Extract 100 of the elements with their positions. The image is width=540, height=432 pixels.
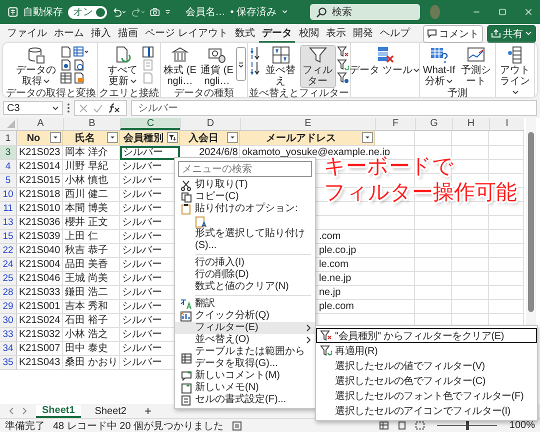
ribbon-tab[interactable]: 開発: [350, 24, 376, 42]
ribbon-tab[interactable]: ヘルプ: [376, 24, 413, 42]
row-number[interactable]: 10: [0, 188, 17, 202]
row-number[interactable]: 28: [0, 286, 17, 300]
sort-descending-icon[interactable]: [250, 61, 262, 75]
row-number[interactable]: 33: [0, 328, 17, 342]
panel-icon[interactable]: [142, 46, 154, 58]
checkmark-icon[interactable]: [93, 104, 103, 112]
undo-icon[interactable]: [112, 6, 126, 18]
chevron-down-icon[interactable]: [282, 9, 288, 15]
ribbon-tab[interactable]: 表示: [322, 24, 349, 42]
row-number[interactable]: 25: [0, 272, 17, 286]
search-field[interactable]: 検索: [310, 4, 420, 20]
next-sheet-icon[interactable]: [22, 407, 28, 415]
menu-item[interactable]: クイック分析(Q): [175, 310, 315, 322]
ribbon-button[interactable]: データの取得: [13, 45, 59, 88]
menu-item[interactable]: 形式を選択して貼り付け(S)...: [175, 228, 315, 252]
previous-sheet-icon[interactable]: [8, 407, 14, 415]
normal-view-icon[interactable]: [379, 421, 390, 430]
filter-dropdown-icon[interactable]: [50, 132, 61, 143]
row-number[interactable]: 11: [0, 202, 17, 216]
menu-item[interactable]: 選択したセルのフォント色でフィルター(F): [316, 388, 537, 403]
column-letter[interactable]: H: [452, 118, 489, 130]
table-icon[interactable]: [60, 72, 72, 84]
advanced-filter-icon[interactable]: [336, 72, 348, 84]
active-cell[interactable]: シルバー: [120, 146, 180, 160]
ribbon-button[interactable]: 並べ替え: [262, 45, 298, 88]
camera-icon[interactable]: [150, 6, 160, 18]
ribbon-tab[interactable]: 校閲: [296, 24, 322, 42]
clear-filter-icon[interactable]: [336, 46, 348, 58]
menu-item[interactable]: 並べ替え(O): [175, 334, 315, 346]
zoom-level[interactable]: 100%: [509, 420, 535, 431]
sheet-tab[interactable]: Sheet1: [36, 404, 81, 418]
redo-icon[interactable]: [130, 6, 145, 18]
menu-item[interactable]: "会員種別" からフィルターをクリア(E): [316, 328, 537, 343]
menu-item[interactable]: 選択したセルのアイコンでフィルター(I): [316, 403, 537, 418]
info-document-icon[interactable]: [60, 59, 72, 71]
column-letter[interactable]: A: [17, 118, 63, 130]
ribbon-button[interactable]: データ ツール: [352, 45, 418, 77]
ribbon-tab[interactable]: ホーム: [51, 24, 87, 42]
column-letter[interactable]: I: [489, 118, 524, 130]
menu-item[interactable]: 選択したセルの色でフィルター(C): [316, 373, 537, 388]
function-icon[interactable]: [108, 103, 122, 113]
menu-item[interactable]: 選択したセルの値でフィルター(V): [316, 358, 537, 373]
gallery-expand-icon[interactable]: [236, 47, 246, 81]
menu-item[interactable]: 新しいコメント(M): [175, 370, 315, 382]
menu-item[interactable]: 新しいメモ(N): [175, 382, 315, 394]
column-letter[interactable]: D: [180, 118, 240, 130]
ribbon-button[interactable]: 株式 (Engli…: [162, 45, 198, 88]
paste-values-icon[interactable]: [195, 215, 207, 228]
close-icon[interactable]: [525, 7, 532, 17]
share-button[interactable]: 共有: [487, 24, 536, 42]
reapply-filter-icon[interactable]: [336, 59, 348, 71]
row-number[interactable]: 35: [0, 356, 17, 370]
file-name[interactable]: 会員名…: [185, 5, 226, 19]
save-status[interactable]: • 保存済み: [230, 5, 277, 19]
macro-recording-icon[interactable]: [232, 420, 242, 430]
ribbon-button[interactable]: フィルター: [300, 45, 336, 88]
ribbon-tab[interactable]: 描画: [115, 24, 141, 42]
menu-item[interactable]: フィルター(E): [175, 322, 315, 334]
lock-document-icon[interactable]: [73, 72, 85, 84]
menu-item[interactable]: 再適用(R): [316, 343, 537, 358]
column-letter[interactable]: C: [120, 118, 180, 130]
formula-field[interactable]: シルバー: [131, 100, 537, 116]
row-number[interactable]: 24: [0, 258, 17, 272]
spreadsheet-app-icon[interactable]: [8, 5, 18, 19]
menu-item[interactable]: 行の挿入(I): [175, 257, 315, 269]
ribbon-button[interactable]: アウトライン: [497, 45, 533, 99]
filter-dropdown-icon[interactable]: [362, 132, 373, 143]
menu-item[interactable]: コピー(C): [175, 191, 315, 203]
page-break-icon[interactable]: [415, 421, 426, 430]
filter-applied-icon[interactable]: [167, 132, 178, 143]
page-layout-icon[interactable]: [397, 421, 408, 430]
row-number[interactable]: 13: [0, 216, 17, 230]
ribbon-button[interactable]: 通貨 (Engli…: [199, 45, 235, 88]
more-options-icon[interactable]: [67, 103, 70, 113]
menu-item[interactable]: テーブルまたは範囲からデータを取得(G)...: [175, 346, 315, 370]
row-number[interactable]: 5: [0, 174, 17, 188]
autosave-toggle[interactable]: オン: [68, 6, 107, 18]
row-number[interactable]: 15: [0, 230, 17, 244]
zoom-slider-thumb[interactable]: [466, 421, 470, 430]
customize-dropdown-icon[interactable]: [164, 8, 170, 16]
menu-search-field[interactable]: メニューの検索: [178, 161, 312, 177]
clock-document-icon[interactable]: [73, 59, 85, 71]
menu-item[interactable]: セルの書式設定(F)...: [175, 394, 315, 406]
comment-button[interactable]: コメント: [423, 24, 483, 42]
ribbon-tab[interactable]: ページ レイアウト: [142, 24, 231, 42]
row-number[interactable]: 29: [0, 300, 17, 314]
ribbon-button[interactable]: すべて更新: [104, 45, 140, 88]
sort-ascending-icon[interactable]: [250, 46, 262, 60]
column-letter[interactable]: G: [415, 118, 452, 130]
row-number[interactable]: 30: [0, 314, 17, 328]
filter-dropdown-icon[interactable]: [107, 132, 118, 143]
ribbon-tab[interactable]: ファイル: [4, 24, 50, 42]
document-icon[interactable]: [60, 46, 72, 58]
ribbon-tab[interactable]: 数式: [232, 24, 258, 42]
row-number[interactable]: 34: [0, 342, 17, 356]
name-box[interactable]: C3: [3, 101, 63, 115]
row-number[interactable]: 22: [0, 244, 17, 258]
column-letter[interactable]: E: [240, 118, 375, 130]
